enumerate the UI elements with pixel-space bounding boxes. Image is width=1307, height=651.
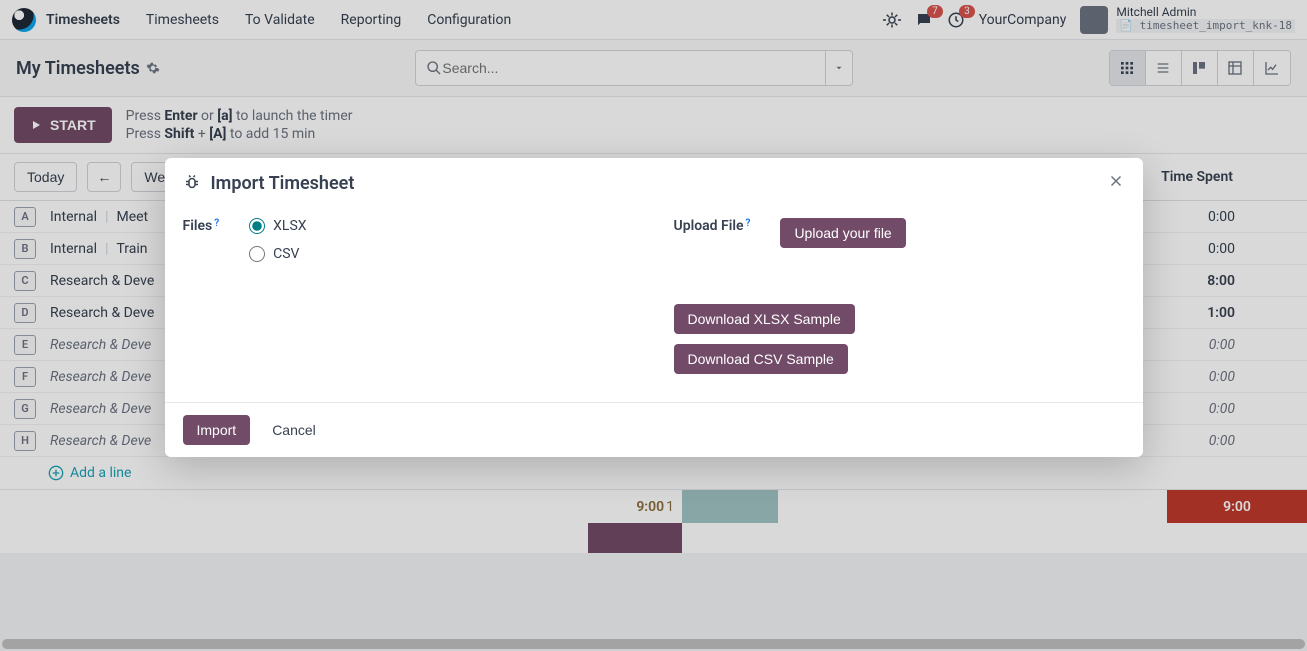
upload-file-button[interactable]: Upload your file (780, 218, 905, 248)
import-button[interactable]: Import (183, 415, 251, 445)
file-type-csv[interactable]: CSV (249, 246, 306, 262)
files-label: Files? (183, 218, 220, 234)
upload-label: Upload File? (674, 218, 751, 234)
import-timesheet-modal: Import Timesheet Files? XLSX CSV (165, 158, 1143, 457)
bug-icon (183, 174, 201, 192)
modal-overlay: Import Timesheet Files? XLSX CSV (0, 0, 1307, 651)
modal-title: Import Timesheet (211, 173, 355, 194)
radio-csv[interactable] (249, 246, 265, 262)
download-csv-button[interactable]: Download CSV Sample (674, 344, 848, 374)
close-icon (1107, 172, 1125, 190)
radio-xlsx[interactable] (249, 218, 265, 234)
cancel-button[interactable]: Cancel (262, 415, 326, 445)
file-type-xlsx[interactable]: XLSX (249, 218, 306, 234)
download-xlsx-button[interactable]: Download XLSX Sample (674, 304, 855, 334)
close-button[interactable] (1107, 172, 1125, 194)
